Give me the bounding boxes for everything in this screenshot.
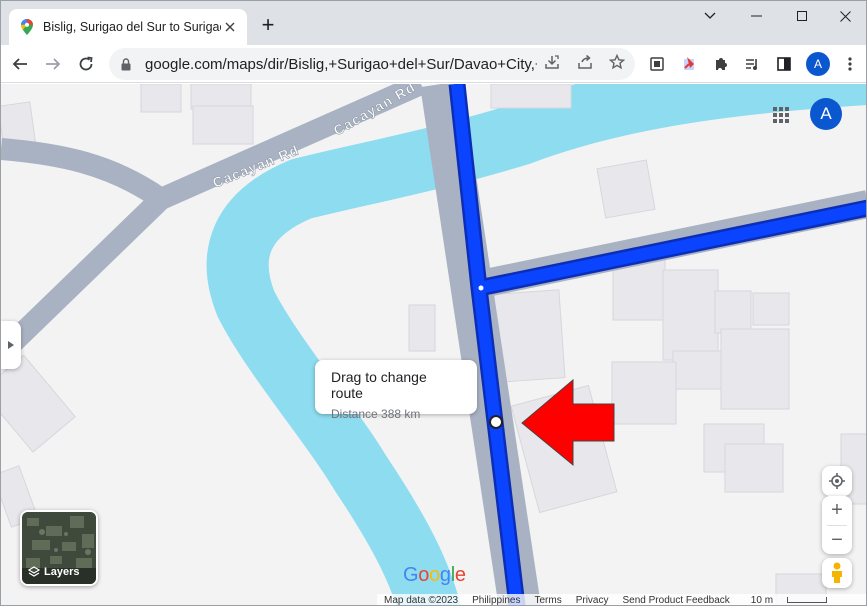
maps-favicon [19,19,35,35]
tab-maps-directions[interactable]: Bislig, Surigao del Sur to Surigao [9,9,247,45]
puzzle-icon[interactable] [710,53,732,75]
tooltip-distance: Distance 388 km [331,407,421,421]
url-text[interactable]: google.com/maps/dir/Bislig,+Surigao+del+… [145,56,537,73]
chevron-right-icon [8,341,14,349]
sidepanel-icon[interactable] [773,53,795,75]
share-icon[interactable] [576,53,594,71]
google-logo-letter: o [429,564,440,586]
tab-strip: Bislig, Surigao del Sur to Surigao + [1,1,866,45]
google-logo: Google [403,564,466,587]
layers-icon [28,566,40,577]
minimize-icon[interactable] [733,1,779,31]
reload-icon[interactable] [72,50,100,78]
account-avatar[interactable]: A [810,98,842,130]
window-close-icon[interactable] [822,1,866,31]
pegman-icon[interactable] [822,558,852,588]
kebab-menu-icon[interactable] [839,53,861,75]
route-junction-dot [478,285,484,291]
zoom-control: + − [822,496,852,554]
apps-grid-icon[interactable] [768,102,794,128]
map-graphics: Cacayan Rd Cacayan Rd [1,84,866,605]
google-logo-letter: o [418,564,430,586]
scale-label: 10 m [750,595,774,606]
country-link[interactable]: Philippines [472,595,520,605]
location-icon[interactable] [822,466,852,496]
star-icon[interactable] [608,53,626,71]
tooltip-title: Drag to change route [331,369,427,401]
back-arrow-icon[interactable] [6,50,34,78]
browser-toolbar: google.com/maps/dir/Bislig,+Surigao+del+… [1,45,866,83]
google-logo-letter: e [454,564,466,586]
install-icon[interactable] [543,53,561,71]
collapse-side-panel-button[interactable] [1,321,21,369]
scale-bar [787,597,828,603]
google-logo-letter: g [439,564,451,586]
new-tab-button[interactable]: + [256,13,280,37]
zoom-out-button[interactable]: − [822,526,852,555]
layers-label: Layers [44,566,80,578]
map-footer: Map data ©2023 Philippines Terms Privacy… [377,594,866,606]
layers-button[interactable]: Layers [20,510,98,586]
extension-red-icon[interactable] [679,53,701,75]
lock-icon[interactable] [121,57,135,71]
media-icon[interactable] [741,53,763,75]
privacy-link[interactable]: Privacy [576,595,609,605]
map-data-credit: Map data ©2023 [384,595,459,606]
forward-arrow-icon[interactable] [39,50,67,78]
profile-avatar[interactable]: A [806,52,830,76]
scale-control[interactable]: 10 m [744,595,834,606]
google-logo-letter: G [403,564,419,586]
zoom-in-button[interactable]: + [822,496,852,525]
maximize-icon[interactable] [779,1,825,31]
close-icon[interactable] [221,18,239,36]
route-tooltip: Drag to change route Distance 388 km [315,360,477,421]
feedback-link[interactable]: Send Product Feedback [623,595,730,605]
terms-link[interactable]: Terms [534,595,561,605]
tab-title: Bislig, Surigao del Sur to Surigao [43,20,221,34]
browser-window: Bislig, Surigao del Sur to Surigao + goo… [0,0,867,606]
chevron-down-icon[interactable] [687,1,733,31]
map-canvas[interactable]: Cacayan Rd Cacayan Rd A Drag to change r… [1,84,866,606]
screenshot-icon[interactable] [646,53,668,75]
route-drag-handle[interactable] [489,415,503,429]
